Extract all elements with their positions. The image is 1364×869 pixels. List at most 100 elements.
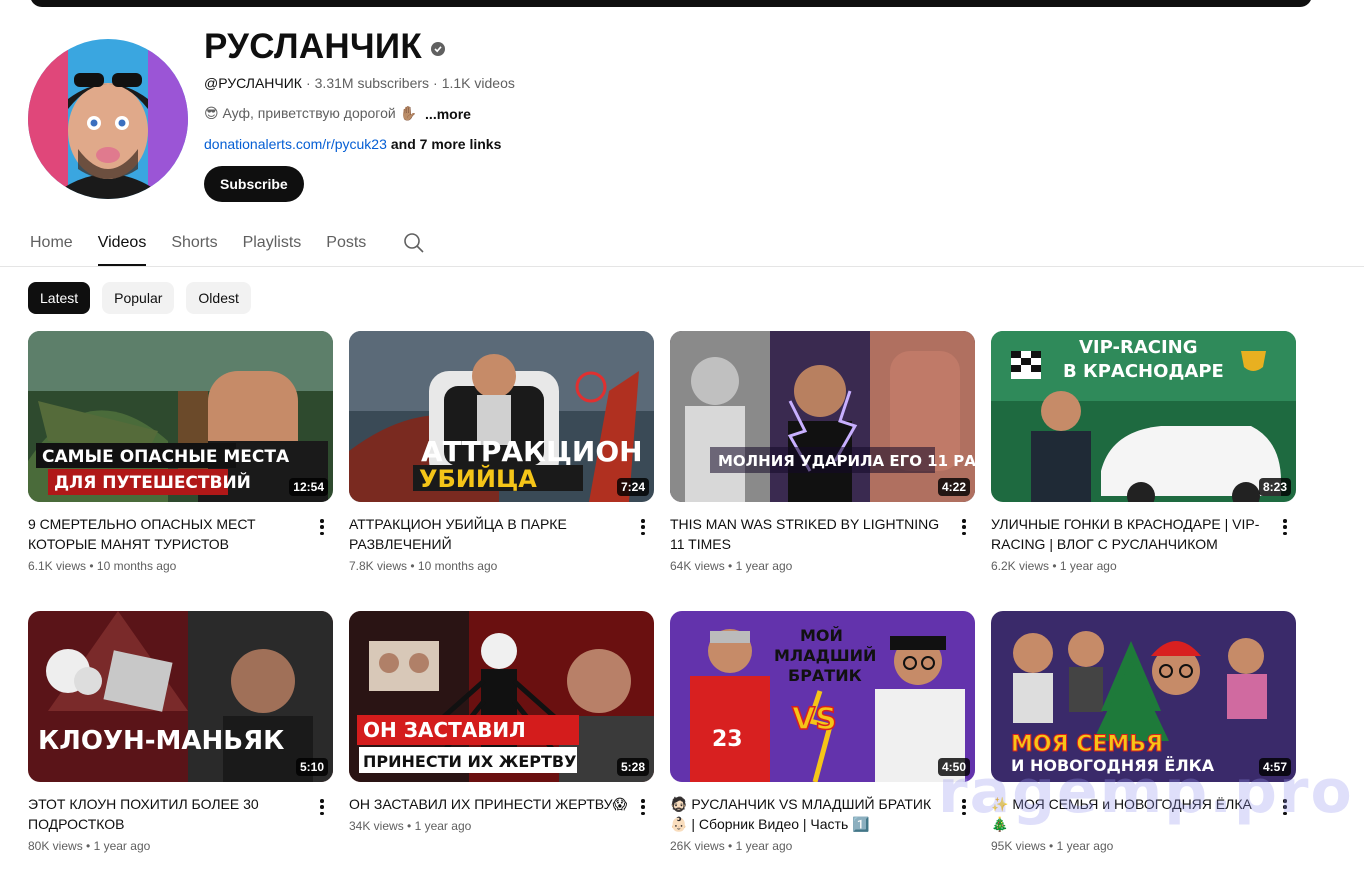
tab-playlists[interactable]: Playlists	[243, 222, 302, 266]
svg-text:МОЙ: МОЙ	[800, 626, 843, 645]
channel-tabs: Home Videos Shorts Playlists Posts	[30, 222, 425, 266]
description-more-link[interactable]: ...more	[425, 106, 471, 122]
video-age: 1 year ago	[1059, 559, 1117, 573]
video-thumbnail[interactable]: КЛОУН-МАНЬЯК 5:10	[28, 611, 333, 782]
channel-meta: @РУСЛАНЧИК · 3.31M subscribers · 1.1K vi…	[204, 75, 904, 91]
sort-chips: Latest Popular Oldest	[28, 282, 251, 314]
video-title[interactable]: ЭТОТ КЛОУН ПОХИТИЛ БОЛЕЕ 30 ПОДРОСТКОВ	[28, 794, 308, 834]
video-meta: 26K views • 1 year ago	[670, 839, 793, 853]
video-card[interactable]: АТТРАКЦИОН УБИЙЦА 7:24 АТТРАКЦИОН УБИЙЦА…	[349, 331, 654, 611]
svg-text:VS: VS	[792, 702, 837, 737]
more-vertical-icon[interactable]	[316, 797, 328, 817]
svg-text:УБИЙЦА: УБИЙЦА	[419, 464, 537, 493]
svg-text:БРАТИК: БРАТИК	[788, 666, 862, 685]
chip-oldest[interactable]: Oldest	[186, 282, 251, 314]
tab-home[interactable]: Home	[30, 222, 73, 266]
video-views: 95K views	[991, 839, 1046, 853]
channel-handle: @РУСЛАНЧИК	[204, 75, 302, 91]
video-duration: 7:24	[616, 478, 649, 496]
more-vertical-icon[interactable]	[958, 517, 970, 537]
video-age: 1 year ago	[1056, 839, 1114, 853]
svg-text:МОЯ СЕМЬЯ: МОЯ СЕМЬЯ	[1011, 732, 1163, 757]
video-title[interactable]: ОН ЗАСТАВИЛ ИХ ПРИНЕСТИ ЖЕРТВУ😱	[349, 794, 629, 814]
video-card[interactable]: 23 VS МОЙ МЛАДШИЙ БРАТИК 4:50 🧔🏻 РУСЛАНЧ…	[670, 611, 975, 869]
tab-videos[interactable]: Videos	[97, 222, 146, 266]
svg-text:23: 23	[712, 727, 743, 752]
chip-latest[interactable]: Latest	[28, 282, 91, 314]
video-title[interactable]: THIS MAN WAS STRIKED BY LIGHTNING 11 TIM…	[670, 514, 950, 554]
video-thumbnail[interactable]: САМЫЕ ОПАСНЫЕ МЕСТА ДЛЯ ПУТЕШЕСТВИЙ 12:5…	[28, 331, 333, 502]
video-card[interactable]: КЛОУН-МАНЬЯК 5:10 ЭТОТ КЛОУН ПОХИТИЛ БОЛ…	[28, 611, 333, 869]
video-views: 26K views	[670, 839, 725, 853]
video-thumbnail[interactable]: ОН ЗАСТАВИЛ ПРИНЕСТИ ИХ ЖЕРТВУ 5:28	[349, 611, 654, 782]
subscriber-count: 3.31M subscribers	[314, 75, 430, 91]
video-age: 10 months ago	[417, 559, 498, 573]
video-count: 1.1K videos	[441, 75, 515, 91]
video-card[interactable]: МОЯ СЕМЬЯ И НОВОГОДНЯЯ ЁЛКА 4:57 ✨ МОЯ С…	[991, 611, 1296, 869]
svg-text:КЛОУН-МАНЬЯК: КЛОУН-МАНЬЯК	[38, 726, 284, 756]
video-age: 1 year ago	[414, 819, 472, 833]
channel-links: donationalerts.com/r/pycuk23 and 7 more …	[204, 136, 904, 152]
more-vertical-icon[interactable]	[316, 517, 328, 537]
video-duration: 12:54	[289, 478, 328, 496]
tab-posts[interactable]: Posts	[326, 222, 366, 266]
more-vertical-icon[interactable]	[1279, 517, 1291, 537]
video-title[interactable]: 🧔🏻 РУСЛАНЧИК VS МЛАДШИЙ БРАТИК 👶🏻 | Сбор…	[670, 794, 950, 834]
video-card[interactable]: МОЛНИЯ УДАРИЛА ЕГО 11 РАЗ 4:22 THIS MAN …	[670, 331, 975, 611]
video-thumbnail[interactable]: VIP-RACING В КРАСНОДАРЕ 8:23	[991, 331, 1296, 502]
meta-separator: ·	[305, 75, 311, 91]
video-views: 80K views	[28, 839, 83, 853]
video-title[interactable]: АТТРАКЦИОН УБИЙЦА В ПАРКЕ РАЗВЛЕЧЕНИЙ	[349, 514, 629, 554]
video-duration: 8:23	[1258, 478, 1291, 496]
video-meta: 95K views • 1 year ago	[991, 839, 1114, 853]
video-age: 10 months ago	[96, 559, 177, 573]
video-thumbnail[interactable]: МОЛНИЯ УДАРИЛА ЕГО 11 РАЗ 4:22	[670, 331, 975, 502]
svg-text:САМЫЕ ОПАСНЫЕ МЕСТА: САМЫЕ ОПАСНЫЕ МЕСТА	[42, 447, 290, 467]
video-meta: 64K views • 1 year ago	[670, 559, 793, 573]
video-views: 64K views	[670, 559, 725, 573]
subscribe-button[interactable]: Subscribe	[204, 166, 304, 202]
donation-link[interactable]: donationalerts.com/r/pycuk23	[204, 136, 387, 152]
watermark: ragemp.pro	[938, 757, 1354, 827]
top-banner-edge	[30, 0, 1312, 7]
chip-popular[interactable]: Popular	[102, 282, 175, 314]
video-views: 6.2K views	[991, 559, 1050, 573]
video-thumbnail[interactable]: АТТРАКЦИОН УБИЙЦА 7:24	[349, 331, 654, 502]
channel-description[interactable]: 😎 Ауф, приветствую дорогой ✋🏽 ...more	[204, 105, 904, 122]
channel-avatar[interactable]	[28, 39, 188, 199]
video-age: 1 year ago	[735, 839, 793, 853]
video-meta: 7.8K views • 10 months ago	[349, 559, 498, 573]
video-meta: 80K views • 1 year ago	[28, 839, 151, 853]
video-meta: 6.2K views • 1 year ago	[991, 559, 1117, 573]
video-duration: 5:10	[295, 758, 328, 776]
video-thumbnail[interactable]: 23 VS МОЙ МЛАДШИЙ БРАТИК 4:50	[670, 611, 975, 782]
more-vertical-icon[interactable]	[637, 517, 649, 537]
tabs-divider	[0, 266, 1364, 267]
video-card[interactable]: ОН ЗАСТАВИЛ ПРИНЕСТИ ИХ ЖЕРТВУ 5:28 ОН З…	[349, 611, 654, 869]
video-title[interactable]: УЛИЧНЫЕ ГОНКИ В КРАСНОДАРЕ | VIP-RACING …	[991, 514, 1271, 554]
svg-text:VIP-RACING: VIP-RACING	[1079, 337, 1198, 358]
svg-text:МЛАДШИЙ: МЛАДШИЙ	[774, 646, 876, 665]
video-views: 6.1K views	[28, 559, 87, 573]
video-title[interactable]: 9 СМЕРТЕЛЬНО ОПАСНЫХ МЕСТ КОТОРЫЕ МАНЯТ …	[28, 514, 308, 554]
description-text: 😎 Ауф, приветствую дорогой ✋🏽	[204, 105, 418, 121]
video-meta: 34K views • 1 year ago	[349, 819, 472, 833]
search-icon[interactable]	[403, 222, 425, 259]
channel-name: РУСЛАНЧИК	[204, 27, 422, 66]
meta-separator: ·	[433, 75, 438, 91]
video-card[interactable]: VIP-RACING В КРАСНОДАРЕ 8:23 УЛИЧНЫЕ ГОН…	[991, 331, 1296, 611]
svg-text:В КРАСНОДАРЕ: В КРАСНОДАРЕ	[1063, 361, 1224, 382]
video-age: 1 year ago	[735, 559, 793, 573]
video-meta: 6.1K views • 10 months ago	[28, 559, 177, 573]
svg-text:МОЛНИЯ УДАРИЛА ЕГО 11 РАЗ: МОЛНИЯ УДАРИЛА ЕГО 11 РАЗ	[718, 452, 975, 470]
tab-shorts[interactable]: Shorts	[171, 222, 217, 266]
svg-text:ОН ЗАСТАВИЛ: ОН ЗАСТАВИЛ	[363, 718, 526, 742]
video-views: 7.8K views	[349, 559, 408, 573]
video-card[interactable]: САМЫЕ ОПАСНЫЕ МЕСТА ДЛЯ ПУТЕШЕСТВИЙ 12:5…	[28, 331, 333, 611]
svg-text:АТТРАКЦИОН: АТТРАКЦИОН	[421, 435, 643, 468]
video-duration: 4:22	[937, 478, 970, 496]
video-views: 34K views	[349, 819, 404, 833]
verified-check-icon	[430, 42, 445, 56]
more-vertical-icon[interactable]	[637, 797, 649, 817]
more-links-button[interactable]: and 7 more links	[391, 136, 501, 152]
